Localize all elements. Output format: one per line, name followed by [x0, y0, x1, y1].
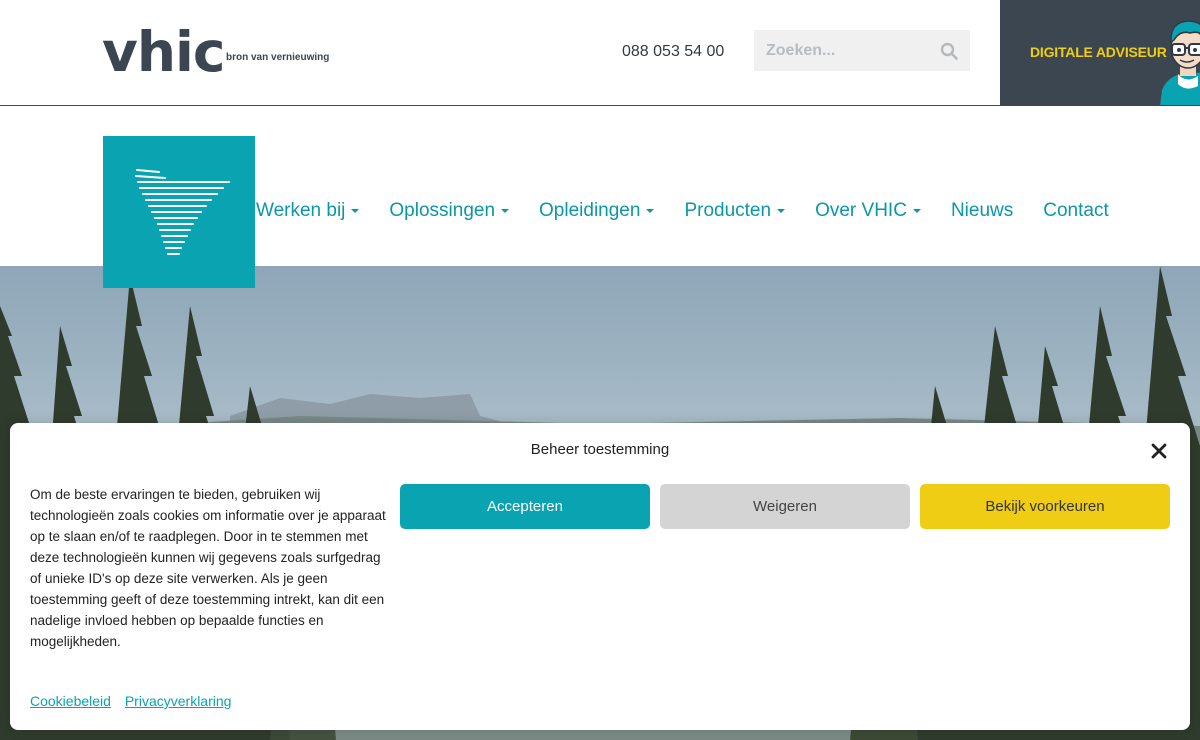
- digitale-adviseur-button[interactable]: DIGITALE ADVISEUR: [1000, 0, 1200, 105]
- consent-body-text: Om de beste ervaringen te bieden, gebrui…: [30, 487, 386, 649]
- nav-item-nieuws[interactable]: Nieuws: [951, 198, 1013, 224]
- accept-button[interactable]: Accepteren: [400, 484, 650, 529]
- digitale-adviseur-label: DIGITALE ADVISEUR: [1030, 44, 1167, 60]
- search-input[interactable]: [754, 30, 934, 71]
- nav-item-contact[interactable]: Contact: [1043, 198, 1108, 224]
- consent-title: Beheer toestemming: [530, 441, 670, 458]
- vhic-v-logo[interactable]: [103, 136, 255, 288]
- nav-item-producten[interactable]: Producten: [684, 198, 786, 224]
- caret-down-icon: [777, 209, 786, 213]
- consent-links: Cookiebeleid Privacyverklaring: [30, 693, 241, 709]
- nav-label: Producten: [684, 200, 772, 221]
- caret-down-icon: [501, 209, 510, 213]
- top-header: vhic bron van vernieuwing 088 053 54 00 …: [0, 0, 1200, 106]
- view-preferences-button[interactable]: Bekijk voorkeuren: [920, 484, 1170, 529]
- nav-label: Contact: [1043, 200, 1109, 221]
- search-box: [754, 30, 970, 71]
- nav-label: Over VHIC: [815, 200, 907, 221]
- search-icon[interactable]: [940, 42, 958, 60]
- cookie-consent-dialog: Beheer toestemming Om de beste ervaringe…: [10, 423, 1190, 730]
- cookie-policy-link[interactable]: Cookiebeleid: [30, 693, 111, 709]
- v-logo-icon: [135, 169, 230, 255]
- close-icon[interactable]: [1151, 443, 1167, 459]
- nav-label: Nieuws: [950, 200, 1014, 221]
- nav-label: Opleidingen: [539, 200, 641, 221]
- phone-number[interactable]: 088 053 54 00: [622, 43, 724, 61]
- adviseur-avatar-icon: [1160, 20, 1200, 105]
- nav-item-werken-bij[interactable]: Werken bij: [256, 198, 360, 224]
- nav-label: Werken bij: [256, 200, 346, 221]
- nav-label: Oplossingen: [389, 200, 496, 221]
- nav-item-over-vhic[interactable]: Over VHIC: [815, 198, 921, 224]
- privacy-statement-link[interactable]: Privacyverklaring: [125, 693, 232, 709]
- logo-tagline: bron van vernieuwing: [226, 52, 330, 63]
- caret-down-icon: [351, 209, 360, 213]
- primary-nav: Werken bij Oplossingen Opleidingen Produ…: [256, 198, 1139, 224]
- caret-down-icon: [912, 209, 921, 213]
- caret-down-icon: [646, 209, 655, 213]
- deny-button[interactable]: Weigeren: [660, 484, 910, 529]
- vhic-logo-text[interactable]: vhic: [102, 22, 225, 82]
- nav-item-opleidingen[interactable]: Opleidingen: [539, 198, 655, 224]
- nav-item-oplossingen[interactable]: Oplossingen: [389, 198, 510, 224]
